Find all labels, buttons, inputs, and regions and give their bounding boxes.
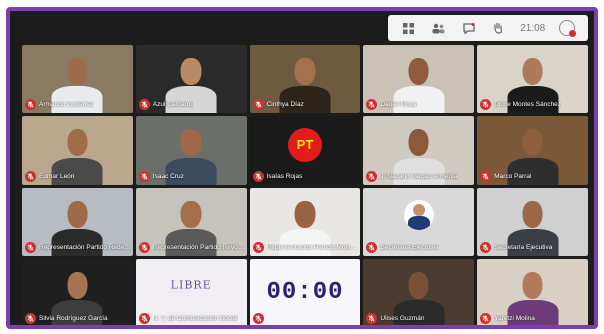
mic-muted-icon bbox=[138, 170, 150, 182]
participant-label: Dulce Montes Sánchez bbox=[480, 99, 562, 111]
participant-tile[interactable]: Representación Partido Revoluci... bbox=[135, 187, 247, 256]
participant-label: Representación Partido Redes Soc... bbox=[25, 241, 131, 253]
participant-label: Armando Gutiérrez bbox=[25, 99, 94, 111]
participant-name: U. T. de Comunicación Social bbox=[152, 315, 238, 322]
participant-name: Edmar León bbox=[39, 172, 75, 180]
participant-tile[interactable]: Ulises Guzmán bbox=[363, 258, 475, 325]
participant-name: Isaac Cruz bbox=[152, 172, 184, 180]
participant-name: Cinthya Díaz bbox=[266, 101, 304, 109]
participant-name: Secretaría Ejecutiva bbox=[380, 243, 439, 251]
mic-muted-icon bbox=[366, 313, 378, 324]
mic-muted-icon bbox=[366, 241, 378, 253]
mic-muted-icon bbox=[252, 170, 264, 182]
mic-muted-icon bbox=[138, 313, 150, 324]
avatar bbox=[403, 199, 434, 230]
participant-tile[interactable]: Isaac Cruz bbox=[135, 116, 247, 185]
participant-label: Silvia Rodríguez García bbox=[25, 313, 108, 324]
participant-name: Daniel Moya bbox=[380, 101, 417, 109]
participant-tile[interactable]: Armando Gutiérrez bbox=[22, 45, 133, 114]
participant-label: Marco Parral bbox=[480, 170, 532, 182]
participant-name: Ulises Guzmán bbox=[380, 315, 425, 322]
countdown-timer: 00:00 bbox=[266, 279, 344, 307]
participant-tile[interactable]: Representación Partido Movimien... bbox=[249, 187, 361, 256]
mic-muted-icon bbox=[25, 313, 36, 324]
participant-label: J. Nazario Vargas Armenta bbox=[366, 170, 458, 182]
participant-label: Ulises Guzmán bbox=[366, 313, 424, 324]
mic-muted-icon bbox=[138, 241, 150, 253]
participant-name: Representación Partido Revoluci... bbox=[152, 243, 246, 251]
participant-label: Secretaría Ejecutiva bbox=[366, 241, 439, 253]
participant-label: Cinthya Díaz bbox=[252, 99, 304, 111]
participant-name: Secretaría Ejecutiva bbox=[494, 243, 553, 251]
mic-muted-icon bbox=[480, 170, 492, 182]
participant-name: J. Nazario Vargas Armenta bbox=[380, 172, 458, 180]
participant-label: Daniel Moya bbox=[366, 99, 417, 111]
participant-name: Silvia Rodríguez García bbox=[39, 315, 108, 322]
participant-tile[interactable]: Secretaría Ejecutiva bbox=[477, 187, 588, 256]
participant-label: Secretaría Ejecutiva bbox=[480, 241, 553, 253]
participant-tile[interactable]: Secretaría Ejecutiva bbox=[363, 187, 475, 256]
mic-muted-icon bbox=[480, 241, 492, 253]
mic-muted-icon bbox=[366, 170, 378, 182]
participant-tile[interactable]: Silvia Rodríguez García bbox=[22, 258, 133, 325]
participant-label: Isaías Rojas bbox=[252, 170, 303, 182]
participant-name: Representación Partido Redes Soc... bbox=[39, 243, 131, 251]
participant-label: Representación Partido Movimien... bbox=[252, 241, 359, 253]
mic-muted-icon bbox=[252, 99, 264, 111]
participant-tile[interactable]: Yaretzi Molina bbox=[477, 258, 588, 325]
chat-icon[interactable] bbox=[461, 20, 477, 36]
participant-label: U. T. de Comunicación Social bbox=[138, 313, 238, 324]
participant-name: Dulce Montes Sánchez bbox=[494, 101, 562, 109]
participant-name: Isaías Rojas bbox=[266, 172, 303, 180]
participant-tile[interactable]: J. Nazario Vargas Armenta bbox=[363, 116, 475, 185]
participant-tile[interactable]: Dulce Montes Sánchez bbox=[477, 45, 588, 114]
mic-muted-icon bbox=[252, 313, 264, 324]
participant-tile[interactable]: Cinthya Díaz bbox=[249, 45, 361, 114]
mic-muted-icon bbox=[480, 99, 492, 111]
mic-muted-icon bbox=[138, 99, 150, 111]
participant-label bbox=[252, 313, 267, 324]
participant-tile[interactable]: 00:00 bbox=[249, 258, 361, 325]
raise-hand-icon[interactable] bbox=[490, 20, 506, 36]
participant-name: Marco Parral bbox=[494, 172, 532, 180]
meeting-window: 21:08 Armando Gutiérrez Azul Camargo Cinth… bbox=[6, 7, 598, 329]
participant-tile[interactable]: Representación Partido Redes Soc... bbox=[22, 187, 133, 256]
meeting-clock: 21:08 bbox=[520, 22, 546, 34]
participant-label: Representación Partido Revoluci... bbox=[138, 241, 246, 253]
party-logo: PT bbox=[287, 127, 322, 162]
mic-muted-icon bbox=[366, 99, 378, 111]
mic-muted-icon bbox=[252, 241, 264, 253]
participant-label: Azul Camargo bbox=[138, 99, 194, 111]
mic-muted-icon bbox=[25, 170, 36, 182]
participant-label: Isaac Cruz bbox=[138, 170, 184, 182]
party-logo-text: PT bbox=[296, 137, 314, 153]
mic-muted-icon bbox=[480, 313, 492, 324]
grid-view-icon[interactable] bbox=[401, 20, 417, 36]
self-avatar[interactable] bbox=[559, 20, 577, 37]
participant-label: Yaretzi Molina bbox=[480, 313, 535, 324]
participant-tile[interactable]: Edmar León bbox=[22, 116, 133, 185]
participants-icon[interactable] bbox=[431, 20, 447, 36]
participant-name: Armando Gutiérrez bbox=[39, 101, 94, 109]
participant-name: Yaretzi Molina bbox=[494, 315, 535, 322]
participant-grid: Armando Gutiérrez Azul Camargo Cinthya Día… bbox=[22, 45, 588, 325]
mic-muted-icon bbox=[25, 99, 36, 111]
participant-tile[interactable]: PT Isaías Rojas bbox=[249, 116, 361, 185]
participant-tile[interactable]: Marco Parral bbox=[477, 116, 588, 185]
participant-tile[interactable]: LIBRE U. T. de Comunicación Social bbox=[135, 258, 247, 325]
participant-tile[interactable]: Azul Camargo bbox=[135, 45, 247, 114]
participant-name: Representación Partido Movimien... bbox=[266, 243, 359, 251]
meeting-toolbar: 21:08 bbox=[388, 15, 588, 41]
mic-muted-icon bbox=[25, 241, 36, 253]
participant-label: Edmar León bbox=[25, 170, 75, 182]
organization-logo: LIBRE bbox=[170, 278, 212, 292]
participant-name: Azul Camargo bbox=[152, 101, 194, 109]
participant-tile[interactable]: Daniel Moya bbox=[363, 45, 475, 114]
